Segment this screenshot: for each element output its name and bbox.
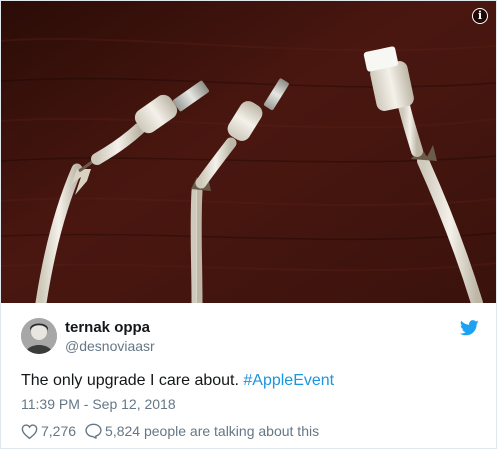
tweet-body: The only upgrade I care about. — [21, 372, 244, 389]
tweet-actions: 7,276 5,824 people are talking about thi… — [21, 422, 319, 440]
display-name[interactable]: ternak oppa — [65, 319, 155, 337]
heart-icon — [21, 423, 38, 439]
user-handle[interactable]: @desnoviaasr — [65, 337, 155, 355]
hashtag-link[interactable]: #AppleEvent — [243, 372, 334, 389]
embedded-tweet-card: i ternak oppa @desnoviaasr The only upgr… — [0, 0, 497, 449]
avatar[interactable] — [21, 318, 57, 354]
like-action[interactable]: 7,276 — [21, 423, 76, 439]
reply-action[interactable]: 5,824 people are talking about this — [85, 423, 319, 439]
talking-count: 5,824 people are talking about this — [105, 423, 320, 439]
speech-bubble-icon — [85, 423, 102, 439]
avatar-photo — [21, 318, 57, 354]
info-icon[interactable]: i — [472, 8, 488, 24]
tweet-timestamp[interactable]: 11:39 PM - Sep 12, 2018 — [21, 396, 176, 412]
tweet-header: ternak oppa @desnoviaasr — [21, 318, 481, 358]
like-count: 7,276 — [41, 423, 77, 439]
tweet-text: The only upgrade I care about. #AppleEve… — [21, 371, 334, 391]
tweet-photo[interactable]: i — [1, 1, 496, 303]
author-names: ternak oppa @desnoviaasr — [65, 319, 155, 355]
frayed-cables-photo — [1, 1, 496, 303]
twitter-bird-icon[interactable] — [460, 320, 479, 336]
